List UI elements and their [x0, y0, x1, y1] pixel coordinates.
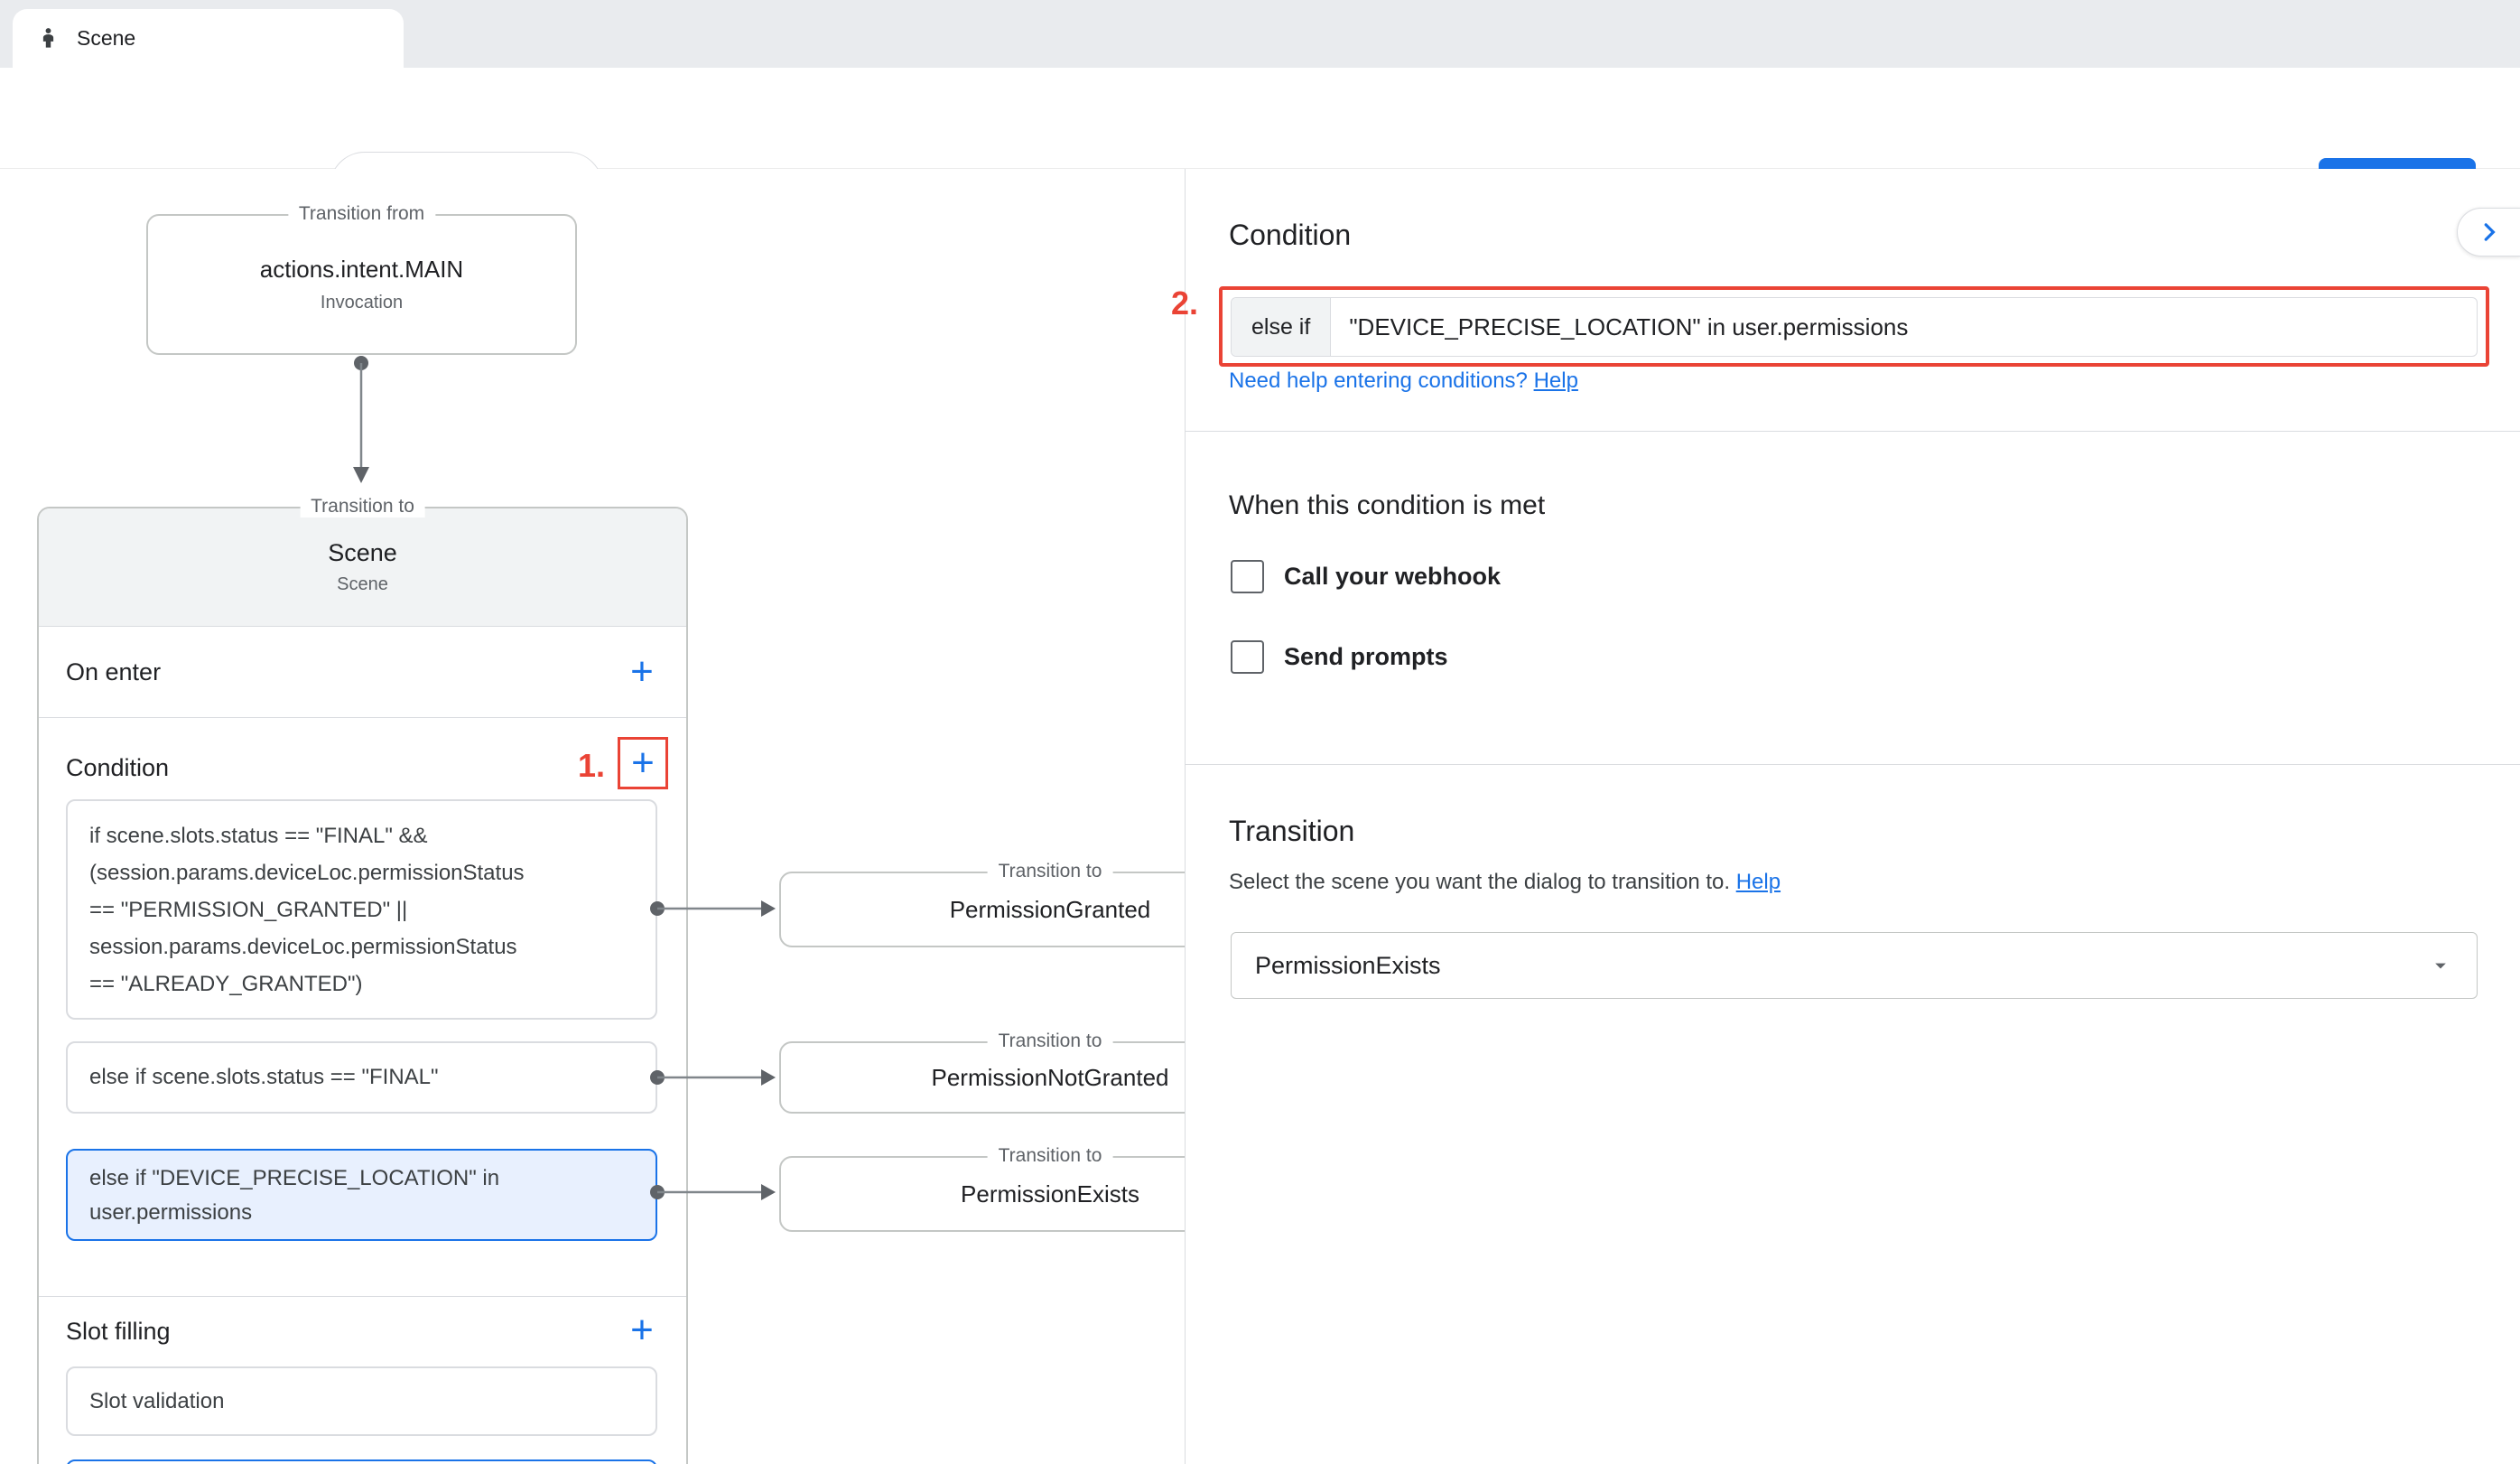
node-tag: Transition to — [988, 1145, 1113, 1167]
flow-node-permission-exists[interactable]: Transition to PermissionExists — [779, 1156, 1185, 1232]
when-condition-heading: When this condition is met — [1229, 490, 1545, 521]
tab-label: Scene — [77, 26, 135, 51]
condition-item-1[interactable]: if scene.slots.status == "FINAL" && (ses… — [66, 799, 657, 1020]
node-subtitle: Invocation — [321, 293, 403, 313]
condition-section-label: Condition — [66, 754, 169, 782]
condition-item-3-selected[interactable]: else if "DEVICE_PRECISE_LOCATION" in use… — [66, 1149, 657, 1241]
transition-heading: Transition — [1229, 815, 1354, 848]
annotation-step-2: 2. — [1171, 284, 1198, 322]
else-if-chip: else if — [1232, 298, 1331, 356]
annotation-box-add-condition: + — [618, 737, 668, 789]
prompts-option-row: Send prompts — [1231, 640, 1448, 674]
node-title: PermissionExists — [961, 1180, 1139, 1208]
webhook-option-row: Call your webhook — [1231, 560, 1501, 593]
flow-node-permission-granted[interactable]: Transition to PermissionGranted — [779, 872, 1185, 947]
node-tag: Transition to — [988, 1030, 1113, 1052]
transition-help-link[interactable]: Help — [1736, 870, 1781, 894]
slot-filling-label: Slot filling — [66, 1318, 171, 1346]
flow-canvas: Transition from actions.intent.MAIN Invo… — [0, 169, 1185, 1464]
add-condition-button[interactable]: + — [621, 741, 665, 785]
transition-scene-value: PermissionExists — [1255, 952, 1441, 980]
panel-condition-heading: Condition — [1229, 219, 1351, 252]
divider — [1186, 431, 2520, 432]
condition-help-text: Need help entering conditions? — [1229, 368, 1528, 393]
condition-help-line: Need help entering conditions? Help — [1229, 368, 1578, 394]
node-tag: Transition to — [300, 496, 425, 518]
scene-card-title: Scene — [328, 539, 397, 567]
condition-detail-panel: Condition 2. else if "DEVICE_PRECISE_LOC… — [1185, 169, 2520, 1464]
node-title: PermissionGranted — [950, 896, 1151, 924]
transition-scene-select[interactable]: PermissionExists — [1231, 932, 2478, 999]
call-webhook-label: Call your webhook — [1284, 563, 1501, 591]
selected-section-partial[interactable] — [66, 1459, 657, 1464]
node-tag: Transition from — [288, 203, 435, 225]
chevron-right-icon — [2476, 219, 2503, 246]
send-prompts-checkbox[interactable] — [1231, 640, 1264, 674]
flow-node-permission-not-granted[interactable]: Transition to PermissionNotGranted — [779, 1041, 1185, 1114]
transition-description-text: Select the scene you want the dialog to … — [1229, 870, 1730, 894]
scene-card-subtitle: Scene — [337, 574, 388, 595]
transition-description: Select the scene you want the dialog to … — [1229, 870, 1781, 895]
divider — [1186, 764, 2520, 765]
add-on-enter-button[interactable]: + — [620, 650, 664, 694]
tab-scene[interactable]: Scene — [13, 9, 404, 68]
add-slot-button[interactable]: + — [620, 1309, 664, 1352]
divider — [39, 1296, 686, 1297]
invocation-icon — [36, 26, 60, 51]
on-enter-row: On enter — [39, 627, 686, 717]
node-title: PermissionNotGranted — [932, 1064, 1169, 1092]
header: Scene English Cancel Save — [0, 68, 2520, 169]
node-tag: Transition to — [988, 861, 1113, 882]
caret-down-icon — [2428, 953, 2453, 978]
tab-bar: Scene — [0, 0, 2520, 68]
collapse-panel-button[interactable] — [2457, 208, 2520, 256]
node-title: actions.intent.MAIN — [260, 256, 463, 284]
condition-expression-input[interactable]: "DEVICE_PRECISE_LOCATION" in user.permis… — [1331, 298, 2477, 356]
condition-item-2[interactable]: else if scene.slots.status == "FINAL" — [66, 1041, 657, 1114]
condition-help-link[interactable]: Help — [1534, 368, 1578, 393]
scene-card-header[interactable]: Scene Scene — [39, 508, 686, 627]
on-enter-label: On enter — [66, 658, 161, 686]
flow-node-invocation[interactable]: Transition from actions.intent.MAIN Invo… — [146, 214, 577, 355]
divider — [39, 717, 686, 718]
call-webhook-checkbox[interactable] — [1231, 560, 1264, 593]
slot-validation-item[interactable]: Slot validation — [66, 1366, 657, 1436]
condition-editor: else if "DEVICE_PRECISE_LOCATION" in use… — [1231, 297, 2478, 357]
send-prompts-label: Send prompts — [1284, 643, 1448, 671]
annotation-step-1: 1. — [578, 747, 605, 785]
actions-console-scene-editor: Scene Scene English Cancel — [0, 0, 2520, 1464]
